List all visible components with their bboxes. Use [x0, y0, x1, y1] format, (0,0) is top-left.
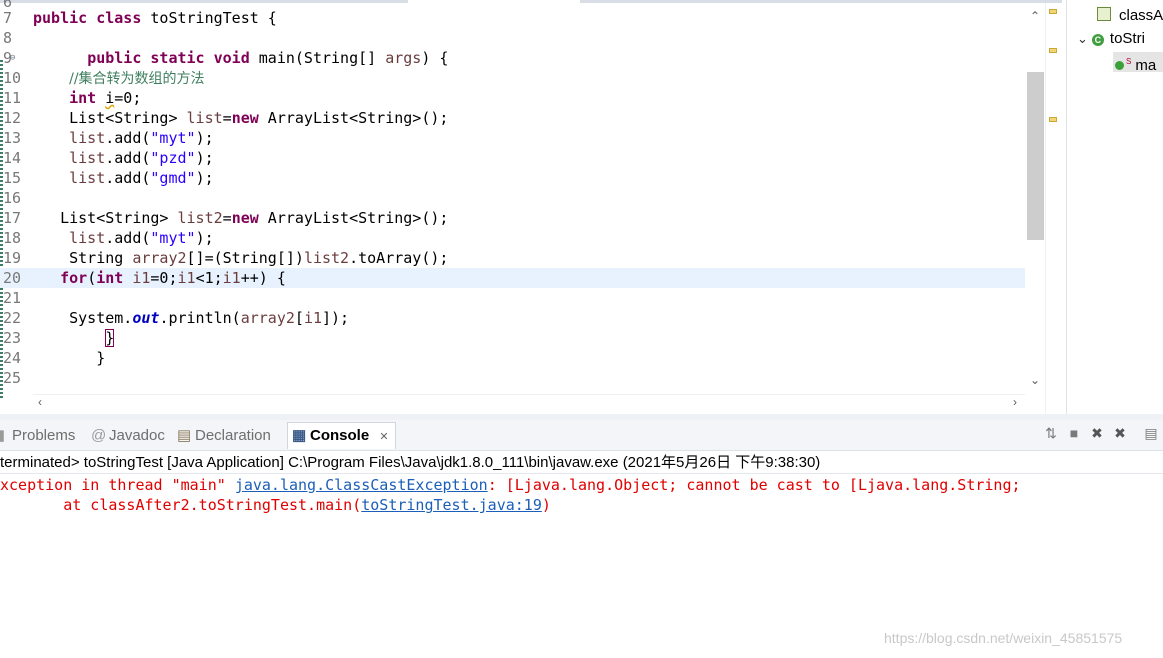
tab-console[interactable]: ▦ Console ✕ — [287, 422, 396, 449]
warning-marker[interactable] — [1049, 9, 1057, 14]
code-text: List<String> list=new ArrayList<String>(… — [33, 109, 449, 127]
line-number: 11 — [3, 89, 22, 107]
line-number: 10 — [3, 69, 22, 87]
remove-launch-icon[interactable]: ✖ — [1089, 425, 1105, 441]
line-number: 22 — [3, 309, 22, 327]
code-editor[interactable]: 6 7 public class toStringTest {8 9⊖ public … — [0, 0, 1062, 414]
code-text: public static void main(String[] args) { — [87, 49, 449, 67]
warning-marker[interactable] — [1049, 117, 1057, 122]
code-text: list.add("myt"); — [69, 129, 214, 147]
source-location-link[interactable]: toStringTest.java:19 — [361, 496, 542, 514]
code-line[interactable]: 25 — [0, 368, 1025, 388]
line-number: 16 — [3, 189, 22, 207]
code-line[interactable]: 15 list.add("gmd"); — [0, 168, 1025, 188]
outline-item-class[interactable]: ⌄ CtoStri — [1077, 29, 1145, 49]
overview-ruler[interactable] — [1045, 3, 1063, 413]
code-line[interactable]: 16 — [0, 188, 1025, 208]
line-number: 8 — [3, 29, 13, 47]
code-line[interactable]: 9⊖ public static void main(String[] args… — [0, 48, 1025, 68]
vertical-scrollbar-thumb[interactable] — [1027, 72, 1044, 240]
close-tab-icon[interactable]: ✕ — [379, 431, 388, 443]
javadoc-icon: @ — [91, 427, 107, 444]
line-number: 12 — [3, 109, 22, 127]
line-number: 15 — [3, 169, 22, 187]
fold-toggle-icon[interactable]: ⊖ — [10, 53, 15, 63]
remove-all-terminated-icon[interactable]: ⇅ — [1043, 425, 1059, 441]
code-text: } — [33, 349, 106, 367]
code-line[interactable]: 12 List<String> list=new ArrayList<Strin… — [0, 108, 1025, 128]
code-text: List<String> list2=new ArrayList<String>… — [33, 209, 449, 227]
code-text: //集合转为数组的方法 — [69, 71, 205, 87]
line-number: 14 — [3, 149, 22, 167]
code-line[interactable]: 7 public class toStringTest { — [0, 8, 1025, 28]
outline-item-package[interactable]: classA — [1097, 6, 1163, 26]
code-line[interactable]: 22 System.out.println(array2[i1]); — [0, 308, 1025, 328]
line-number: 18 — [3, 229, 22, 247]
line-number: 13 — [3, 129, 22, 147]
scroll-down-arrow-icon[interactable]: ⌄ — [1028, 374, 1042, 386]
code-text: System.out.println(array2[i1]); — [33, 309, 350, 327]
problems-icon: ▮ — [0, 427, 6, 444]
code-line[interactable]: 8 — [0, 28, 1025, 48]
code-line[interactable]: 13 list.add("myt"); — [0, 128, 1025, 148]
class-icon: C — [1091, 34, 1104, 46]
outline-panel: classA ⌄ CtoStri Sma — [1066, 0, 1163, 414]
line-number: 24 — [3, 349, 22, 367]
code-text: list.add("pzd"); — [69, 149, 214, 167]
code-line[interactable]: 11 int i=0; — [0, 88, 1025, 108]
scroll-left-arrow-icon[interactable]: ‹ — [33, 396, 47, 408]
pin-console-icon[interactable]: ▤ — [1143, 425, 1159, 441]
remove-all-icon[interactable]: ✖ — [1112, 425, 1128, 441]
code-line[interactable]: 10 //集合转为数组的方法 — [0, 68, 1025, 88]
outline-item-method[interactable]: Sma — [1113, 52, 1163, 74]
code-line[interactable]: 20 for(int i1=0;i1<1;i1++) { — [0, 268, 1025, 288]
exception-link[interactable]: java.lang.ClassCastException — [235, 476, 488, 494]
console-status: terminated> toStringTest [Java Applicati… — [0, 454, 821, 471]
code-text: String array2[]=(String[])list2.toArray(… — [33, 249, 449, 267]
tab-javadoc[interactable]: @ Javadoc — [91, 425, 165, 447]
code-line[interactable]: 24 } — [0, 348, 1025, 368]
code-line[interactable]: 23 } — [0, 328, 1025, 348]
code-line[interactable]: 14 list.add("pzd"); — [0, 148, 1025, 168]
console-error-line: xception in thread "main" java.lang.Clas… — [0, 476, 1021, 494]
declaration-icon: ▤ — [177, 427, 192, 444]
bottom-view-tabbar: ▮ Problems @ Javadoc ▤ Declaration ▦ Console… — [0, 420, 1163, 451]
line-number: 7 — [3, 9, 13, 27]
code-line[interactable]: 18 list.add("myt"); — [0, 228, 1025, 248]
package-icon — [1097, 7, 1111, 21]
line-number: 17 — [3, 209, 22, 227]
tab-problems[interactable]: ▮ Problems — [0, 425, 75, 447]
tab-declaration[interactable]: ▤ Declaration — [177, 425, 271, 447]
horizontal-scrollbar[interactable] — [33, 394, 1025, 413]
scroll-up-arrow-icon[interactable]: ⌃ — [1028, 10, 1042, 22]
watermark: https://blog.csdn.net/weixin_45851575 — [884, 630, 1123, 646]
code-text: public class toStringTest { — [33, 9, 277, 27]
divider — [0, 473, 1163, 474]
code-text: for(int i1=0;i1<1;i1++) { — [60, 269, 286, 287]
console-stacktrace-line: at classAfter2.toStringTest.main(toStrin… — [0, 496, 551, 514]
code-text: list.add("myt"); — [69, 229, 214, 247]
code-text: list.add("gmd"); — [69, 169, 214, 187]
console-icon: ▦ — [292, 427, 307, 444]
line-number: 19 — [3, 249, 22, 267]
warning-marker[interactable] — [1049, 48, 1057, 53]
code-line[interactable]: 19 String array2[]=(String[])list2.toArr… — [0, 248, 1025, 268]
line-number: 25 — [3, 369, 22, 387]
code-line[interactable]: 21 — [0, 288, 1025, 308]
code-text: } — [105, 329, 115, 347]
code-line[interactable]: 17 List<String> list2=new ArrayList<Stri… — [0, 208, 1025, 228]
line-number: 20 — [3, 269, 22, 287]
line-number: 21 — [3, 289, 22, 307]
method-icon — [1115, 61, 1124, 70]
line-number: 23 — [3, 329, 22, 347]
terminate-icon[interactable]: ■ — [1066, 425, 1082, 441]
scroll-right-arrow-icon[interactable]: › — [1008, 396, 1022, 408]
chevron-down-icon[interactable]: ⌄ — [1077, 31, 1088, 46]
code-text: int i=0; — [69, 89, 142, 107]
